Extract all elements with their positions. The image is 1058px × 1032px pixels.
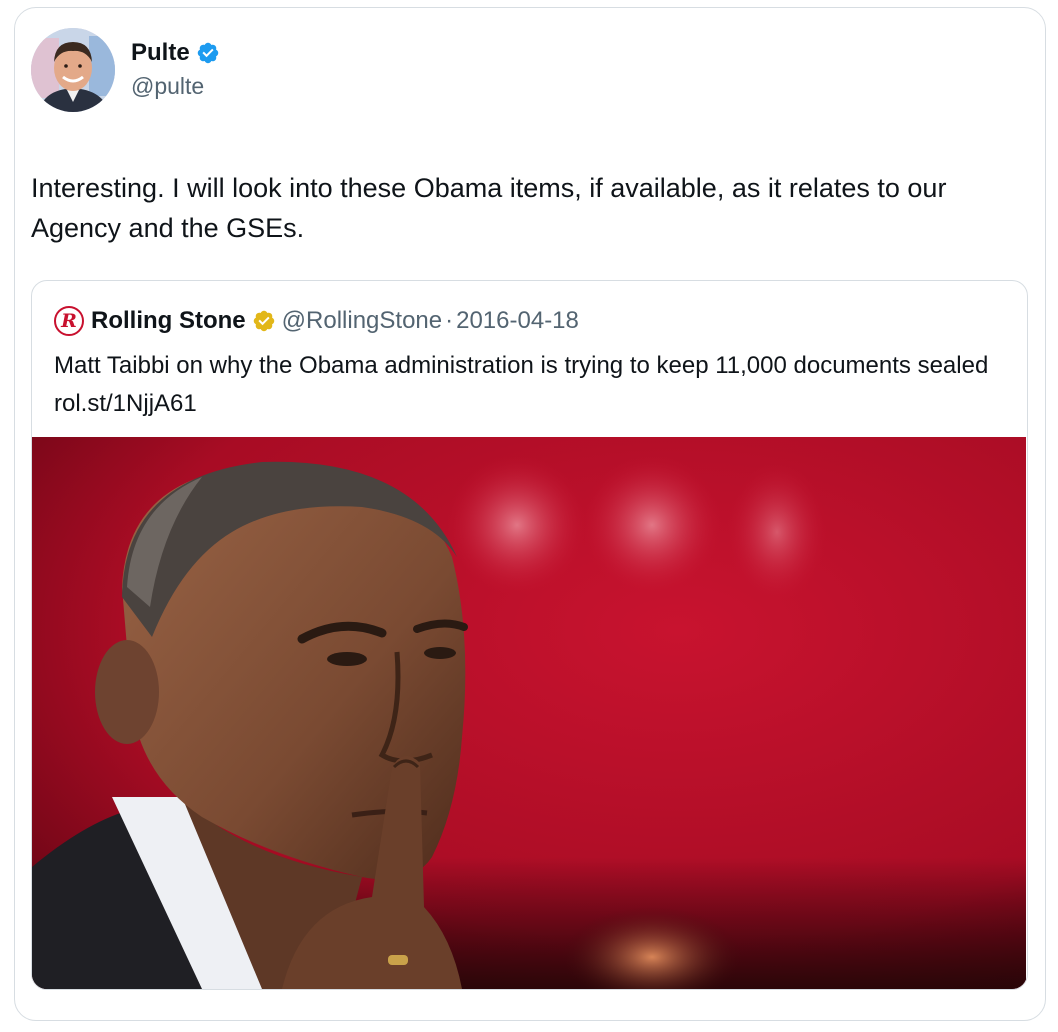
quoted-display-name[interactable]: Rolling Stone [91, 307, 246, 335]
tweet-text: Interesting. I will look into these Obam… [31, 173, 947, 243]
author-handle[interactable]: @pulte [131, 70, 220, 102]
gold-verified-badge-icon [253, 310, 274, 332]
quoted-tweet-image[interactable] [32, 437, 1026, 989]
avatar-photo [31, 28, 115, 112]
quoted-tweet-card[interactable]: R Rolling Stone @RollingStone · 2016-04-… [31, 280, 1028, 990]
tweet-card[interactable]: Pulte @pulte Interesting. I will look in… [14, 7, 1046, 1021]
obama-portrait-photo [32, 437, 1026, 989]
display-name-row: Pulte [131, 38, 220, 68]
quoted-handle[interactable]: @RollingStone [282, 307, 442, 335]
quoted-tweet-text: Matt Taibbi on why the Obama administrat… [54, 352, 989, 417]
quoted-tweet-header: R Rolling Stone @RollingStone · 2016-04-… [54, 303, 579, 339]
meta-separator: · [445, 307, 454, 334]
author-names: Pulte @pulte [131, 38, 220, 102]
rolling-stone-logo-icon: R [54, 306, 84, 336]
verified-badge-icon [197, 42, 218, 64]
avatar[interactable] [31, 28, 115, 112]
quoted-date[interactable]: 2016-04-18 [456, 307, 579, 335]
author-display-name[interactable]: Pulte [131, 38, 190, 68]
